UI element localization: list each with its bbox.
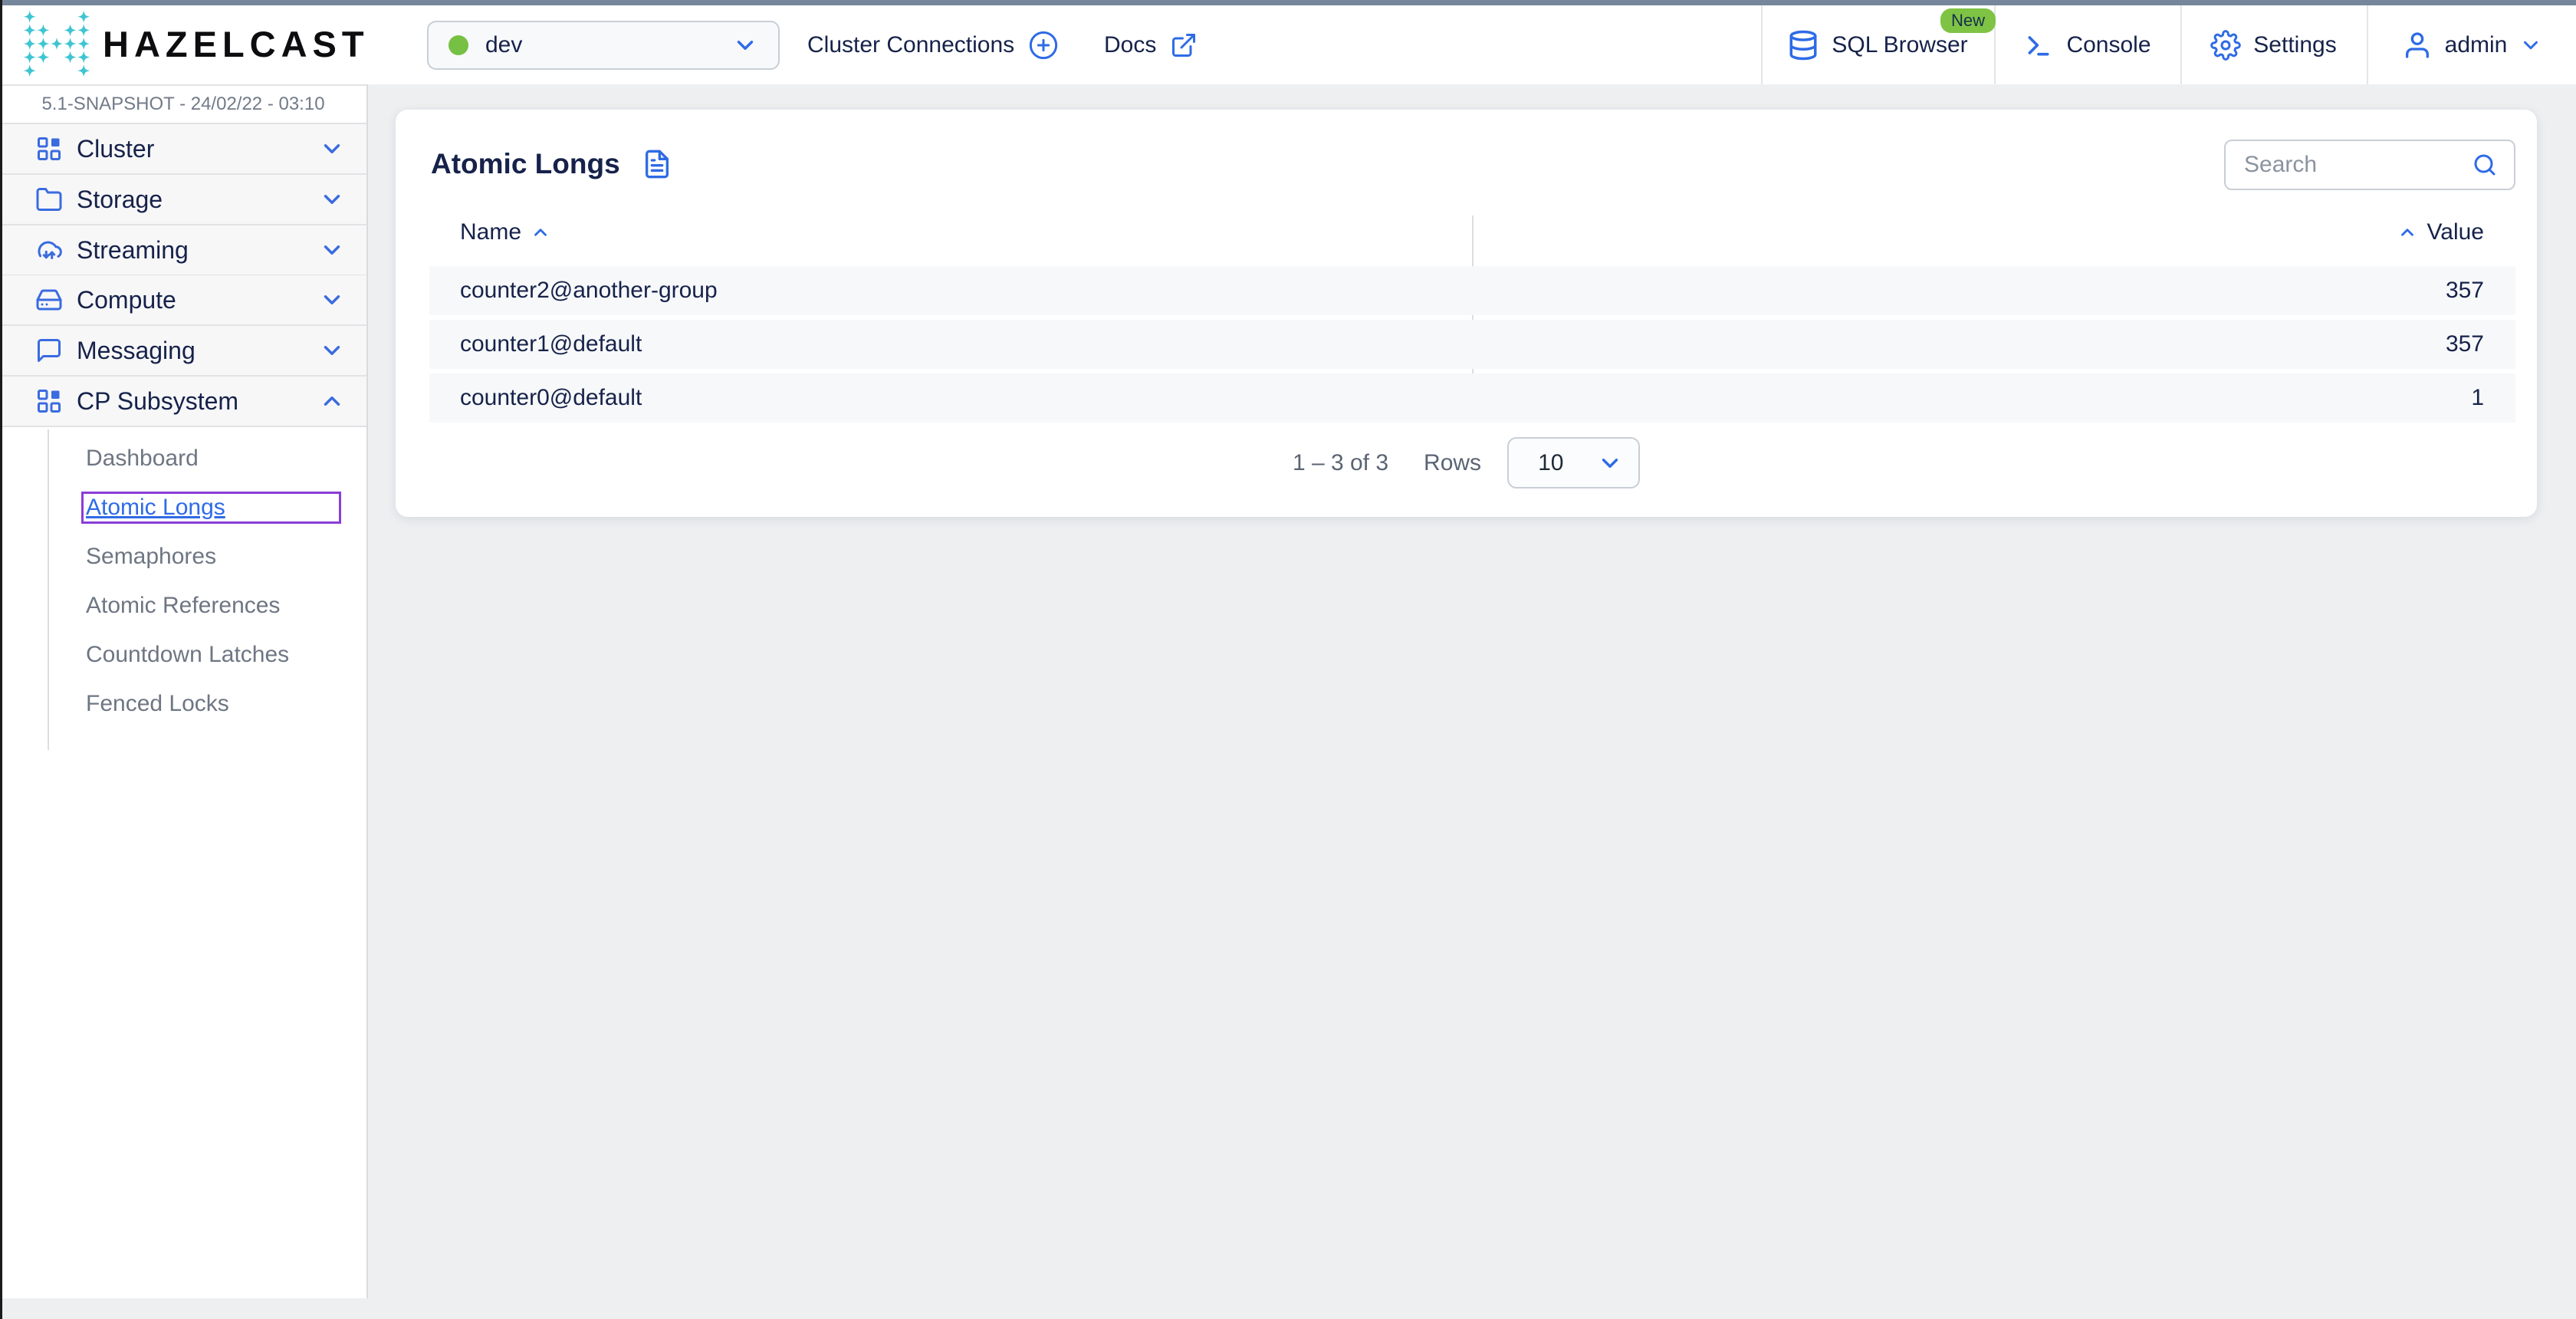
folder-icon (35, 186, 63, 213)
hazelcast-logo: HAZELCAST (23, 10, 370, 77)
chevron-down-icon (2519, 34, 2542, 57)
chevron-down-icon (319, 186, 345, 212)
chat-bubble-icon (35, 337, 63, 364)
console-label: Console (2066, 32, 2150, 58)
submenu-item-fenced-locks[interactable]: Fenced Locks (0, 679, 366, 729)
submenu-item-label: Dashboard (86, 446, 199, 472)
submenu-item-label: Atomic References (86, 593, 280, 619)
cluster-connections-link[interactable]: Cluster Connections (807, 5, 1059, 84)
settings-label: Settings (2253, 32, 2336, 58)
table-row[interactable]: counter2@another-group 357 (429, 266, 2515, 315)
cluster-status-dot (449, 35, 468, 55)
gear-icon (2210, 30, 2241, 61)
chevron-down-icon (319, 337, 345, 363)
cluster-selector-value: dev (485, 32, 732, 58)
submenu-item-semaphores[interactable]: Semaphores (0, 532, 366, 581)
grid-icon (35, 387, 63, 415)
name-column-label: Name (460, 219, 521, 245)
settings-button[interactable]: Settings (2182, 5, 2365, 84)
value-column-label: Value (2426, 219, 2484, 245)
docs-label: Docs (1104, 32, 1156, 58)
chevron-down-icon (1597, 450, 1623, 476)
sort-asc-icon[interactable] (2397, 222, 2417, 242)
sql-browser-label: SQL Browser (1832, 32, 1967, 58)
table-row[interactable]: counter0@default 1 (429, 373, 2515, 423)
cluster-connections-label: Cluster Connections (807, 32, 1014, 58)
chevron-down-icon (732, 32, 758, 58)
pagination-bar: 1 – 3 of 3 Rows 10 (396, 437, 2537, 488)
sidebar-item-messaging[interactable]: Messaging (0, 326, 366, 377)
external-link-icon (1170, 31, 1198, 59)
column-header-name[interactable]: Name (460, 219, 550, 245)
submenu-item-label: Atomic Longs (81, 492, 341, 524)
cell-value: 357 (2446, 331, 2484, 357)
user-menu[interactable]: admin (2368, 5, 2576, 84)
sort-asc-icon[interactable] (531, 222, 550, 242)
window-top-strip (0, 0, 2576, 5)
server-icon (35, 286, 63, 314)
search-input[interactable] (2244, 152, 2471, 178)
new-badge: New (1940, 8, 1996, 33)
chevron-down-icon (319, 237, 345, 263)
submenu-item-label: Countdown Latches (86, 642, 289, 668)
user-label: admin (2445, 32, 2508, 58)
chevron-down-icon (319, 287, 345, 313)
sidebar-item-streaming[interactable]: Streaming (0, 225, 366, 276)
chevron-down-icon (319, 136, 345, 162)
column-header-value[interactable]: Value (2397, 219, 2484, 245)
page-title: Atomic Longs (431, 148, 620, 180)
sidebar-item-label: Cluster (77, 135, 154, 163)
search-icon[interactable] (2471, 151, 2499, 179)
submenu-item-countdown-latches[interactable]: Countdown Latches (0, 630, 366, 679)
submenu-item-label: Semaphores (86, 544, 216, 570)
plus-circle-icon[interactable] (1028, 30, 1059, 61)
rows-per-page-select[interactable]: 10 (1507, 437, 1640, 488)
table-row[interactable]: counter1@default 357 (429, 320, 2515, 369)
cluster-selector-dropdown[interactable]: dev (427, 21, 780, 70)
cell-value: 357 (2446, 278, 2484, 304)
hazelcast-logo-text: HAZELCAST (103, 23, 370, 65)
sidebar-item-label: Streaming (77, 236, 189, 265)
database-icon (1787, 29, 1819, 61)
main-content: Atomic Longs Name Value (368, 84, 2576, 1319)
sidebar-item-compute[interactable]: Compute (0, 275, 366, 326)
sidebar-item-label: Storage (77, 186, 163, 214)
sql-browser-button[interactable]: SQL Browser New (1763, 5, 1993, 84)
submenu-item-dashboard[interactable]: Dashboard (0, 434, 366, 483)
top-header: HAZELCAST dev Cluster Connections Docs (0, 5, 2576, 84)
hazelcast-management-center: HAZELCAST dev Cluster Connections Docs (0, 0, 2576, 1319)
sidebar-item-label: CP Subsystem (77, 387, 238, 416)
hazelcast-logo-mark (23, 10, 90, 77)
terminal-icon (2023, 30, 2054, 61)
sidebar-item-cluster[interactable]: Cluster (0, 124, 366, 175)
sidebar-item-label: Compute (77, 286, 176, 314)
atomic-longs-card: Atomic Longs Name Value (396, 110, 2537, 517)
grid-icon (35, 135, 63, 163)
user-icon (2402, 30, 2433, 61)
submenu-item-atomic-longs[interactable]: Atomic Longs (0, 483, 366, 532)
sidebar-item-storage[interactable]: Storage (0, 175, 366, 225)
doc-file-icon[interactable] (642, 149, 672, 179)
window-left-edge (0, 0, 2, 1319)
cell-value: 1 (2471, 385, 2484, 411)
docs-link[interactable]: Docs (1104, 5, 1198, 84)
cell-name: counter2@another-group (460, 278, 718, 304)
sidebar-item-cp-subsystem[interactable]: CP Subsystem (0, 377, 366, 427)
submenu-item-label: Fenced Locks (86, 691, 229, 717)
sidebar-item-label: Messaging (77, 337, 196, 365)
cell-name: counter0@default (460, 385, 642, 411)
console-button[interactable]: Console (1996, 5, 2179, 84)
cell-name: counter1@default (460, 331, 642, 357)
rows-per-page-value: 10 (1538, 450, 1597, 476)
cp-subsystem-submenu: Dashboard Atomic Longs Semaphores Atomic… (0, 428, 366, 758)
sidebar: 5.1-SNAPSHOT - 24/02/22 - 03:10 Cluster … (0, 84, 368, 1298)
submenu-item-atomic-references[interactable]: Atomic References (0, 581, 366, 630)
cloud-stream-icon (35, 236, 63, 264)
pagination-range: 1 – 3 of 3 (1293, 450, 1388, 476)
search-input-wrapper (2224, 140, 2515, 190)
chevron-up-icon (319, 388, 345, 414)
version-label: 5.1-SNAPSHOT - 24/02/22 - 03:10 (0, 84, 366, 124)
rows-per-page-label: Rows (1424, 450, 1481, 476)
